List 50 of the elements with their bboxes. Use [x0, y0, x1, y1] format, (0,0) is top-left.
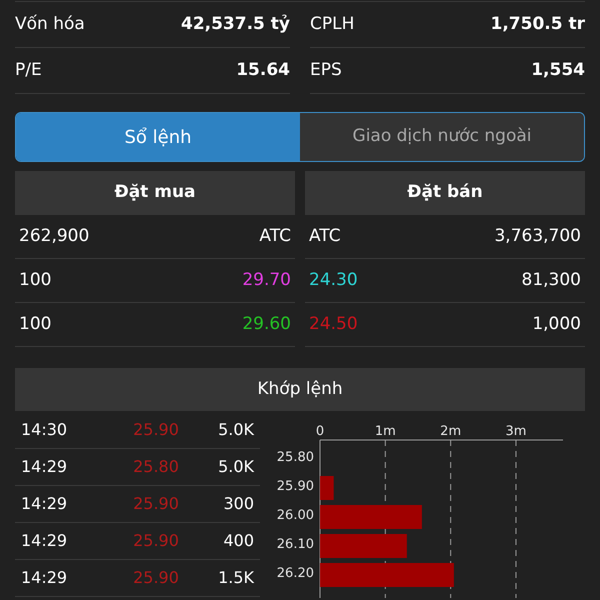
trade-volume: 400	[222, 530, 254, 552]
bid-volume: 100	[19, 268, 52, 292]
trade-time: 14:29	[21, 530, 68, 552]
axis-category-label: 26.10	[276, 537, 314, 552]
section-header: Khớp lệnh	[15, 368, 585, 411]
axis-tick-label: 0	[316, 424, 324, 439]
tab[interactable]: Giao dịch nước ngoài	[300, 113, 584, 161]
ask-volume: 1,000	[532, 312, 581, 336]
trade-price: 25.90	[132, 567, 180, 589]
bid-price: 29.70	[242, 268, 291, 292]
volume-bar	[320, 476, 334, 500]
trade-volume: 5.0K	[217, 456, 254, 478]
axis-tick-label: 3m	[506, 424, 526, 439]
trade-time: 14:29	[21, 493, 68, 515]
axis-category-label: 26.20	[276, 566, 314, 581]
ask-price: 24.30	[309, 268, 358, 292]
ask-price: 24.50	[309, 312, 358, 336]
trade-price: 25.90	[132, 493, 180, 515]
trade-volume: 300	[222, 493, 254, 515]
trade-price: 25.90	[132, 530, 180, 552]
axis-tick-label: 2m	[440, 424, 462, 439]
bid-volume: 100	[19, 312, 52, 336]
axis-category-label: 25.90	[276, 479, 314, 494]
bid-price: 29.60	[242, 312, 291, 336]
bid-volume: 262,900	[19, 224, 90, 248]
bid-price: ATC	[259, 224, 291, 248]
ask-volume: 3,763,700	[494, 224, 581, 248]
trade-volume: 5.0K	[217, 419, 254, 441]
stat-value: 1,554	[531, 58, 585, 82]
stat-value: 1,750.5 tr	[490, 12, 585, 36]
ask-volume: 81,300	[522, 268, 581, 292]
trade-time: 14:29	[21, 456, 68, 478]
axis-category-label: 25.80	[276, 450, 314, 465]
trade-time: 14:30	[21, 419, 68, 441]
stat-label: CPLH	[310, 12, 354, 36]
trade-price: 25.90	[132, 419, 180, 441]
trade-time: 14:29	[21, 567, 68, 589]
column-header: Đặt mua	[15, 171, 295, 215]
tab[interactable]: Sổ lệnh	[16, 113, 300, 161]
stat-label: Vốn hóa	[15, 12, 85, 36]
ask-price: ATC	[309, 224, 341, 248]
stat-value: 15.64	[236, 58, 290, 82]
stat-label: EPS	[310, 58, 342, 82]
axis-tick-label: 1m	[374, 424, 396, 439]
trade-price: 25.80	[132, 456, 180, 478]
stat-value: 42,537.5 tỷ	[180, 12, 290, 36]
axis-category-label: 26.00	[276, 508, 314, 523]
stat-label: P/E	[15, 58, 42, 82]
column-header: Đặt bán	[305, 171, 585, 215]
trade-volume: 1.5K	[217, 567, 254, 589]
